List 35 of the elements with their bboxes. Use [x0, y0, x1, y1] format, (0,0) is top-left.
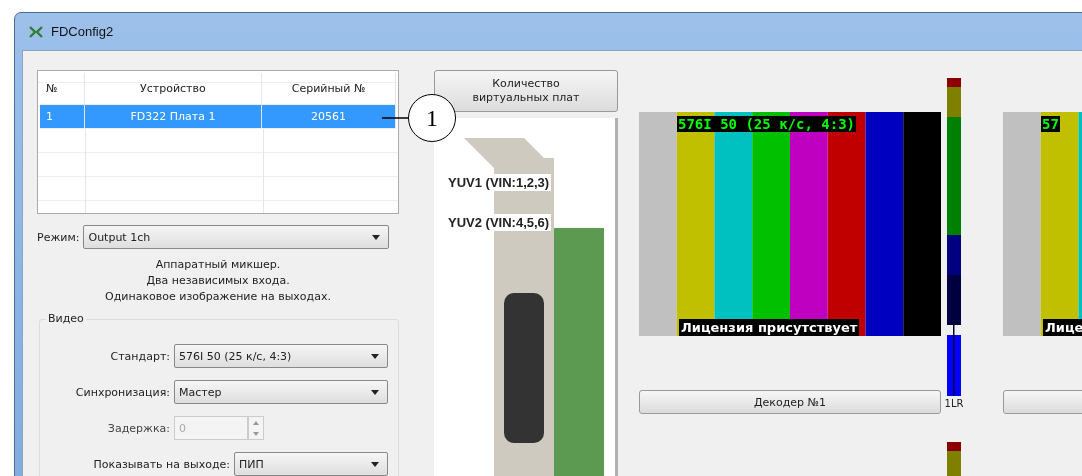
mode-description-line: Аппаратный микшер.	[155, 257, 281, 273]
caret-icon	[371, 353, 379, 359]
video-format-label: 576I 50 (25 к/с, 4:3)	[677, 116, 856, 132]
port-label: YUV2 (VIN:4,5,6)	[446, 214, 552, 231]
mode-dropdown[interactable]: Output 1ch	[83, 225, 390, 249]
window-title: FDConfig2	[51, 24, 114, 39]
virtual-cards-button[interactable]: Количество виртуальных плат	[434, 70, 618, 112]
mode-label: Режим:	[37, 230, 80, 244]
mode-description-line: Два независимых входа.	[146, 273, 290, 289]
audio-meter-drawing	[947, 442, 961, 476]
dropdown[interactable]: ПИП	[234, 452, 388, 476]
dropdown[interactable]: 576I 50 (25 к/с, 4:3)	[174, 344, 388, 368]
decoder-button[interactable]: Декодер №1	[639, 390, 941, 414]
mode-description-line: Одинаковое изображение на выходах.	[105, 289, 331, 305]
license-status-label: Лице	[1043, 319, 1082, 336]
port-label: YUV1 (VIN:1,2,3)	[446, 174, 552, 191]
caret-icon	[371, 389, 379, 395]
field-label: Стандарт:	[110, 349, 170, 363]
down-arrow-icon	[253, 431, 259, 436]
app-icon	[29, 25, 43, 38]
field-label: Задержка:	[107, 421, 170, 435]
caret-icon	[372, 234, 381, 240]
dropdown[interactable]: Мастер	[174, 380, 388, 404]
field-label: Показывать на выходе:	[93, 457, 230, 471]
table-cell: 1	[40, 105, 85, 129]
video-format-label: 57	[1041, 116, 1060, 132]
license-status-label: Лицензия присутствует	[679, 319, 860, 336]
leader-line	[382, 117, 408, 119]
table-cell: 20561	[262, 105, 396, 129]
table-cell: FD322 Плата 1	[84, 105, 263, 129]
up-arrow-icon	[253, 420, 259, 425]
group-title: Видео	[46, 312, 86, 325]
meter-label: 1LR	[944, 398, 964, 411]
field-label: Синхронизация:	[75, 385, 170, 399]
caret-icon	[371, 461, 379, 467]
